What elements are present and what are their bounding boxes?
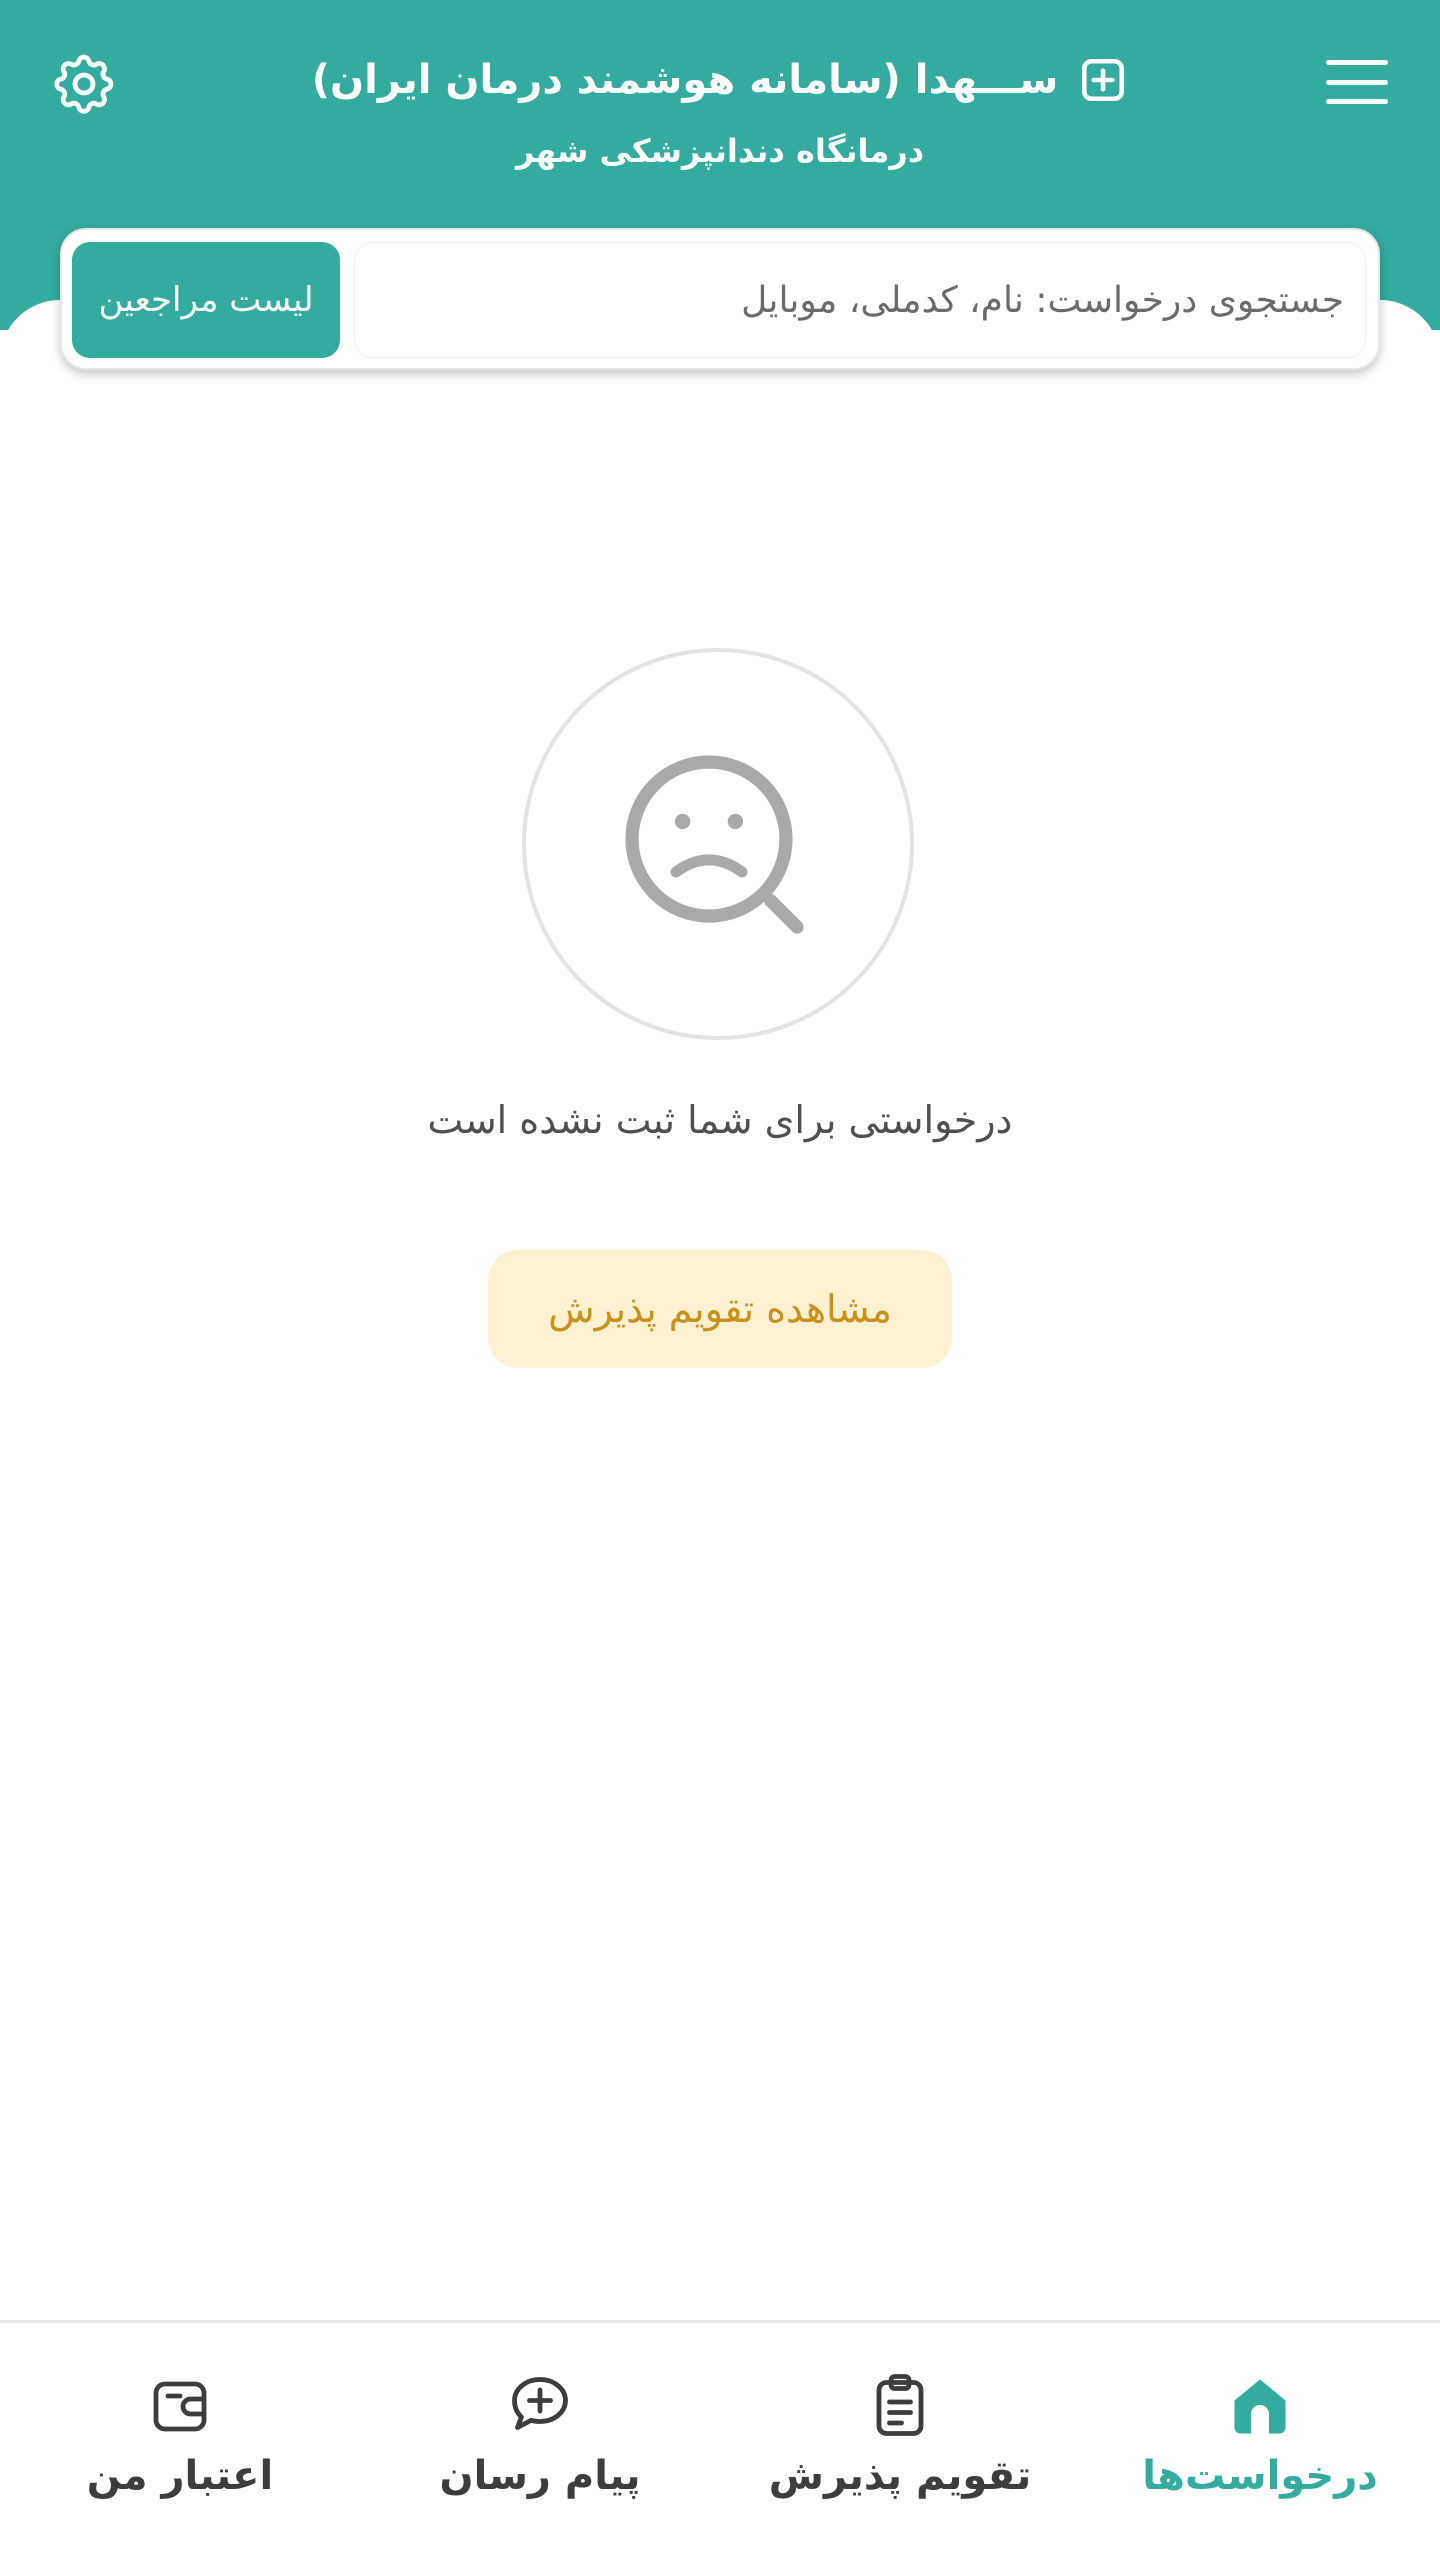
nav-wallet[interactable]: اعتبار من <box>30 2369 330 2519</box>
nav-messenger[interactable]: پیام رسان <box>390 2369 690 2519</box>
nav-calendar[interactable]: تقویم پذیرش <box>750 2369 1050 2519</box>
empty-state-message: درخواستی برای شما ثبت نشده است <box>427 1098 1013 1142</box>
app-title-row: ســـهدا (سامانه هوشمند درمان ایران) <box>0 45 1440 115</box>
nav-calendar-label: تقویم پذیرش <box>768 2453 1032 2499</box>
nav-requests-label: درخواست‌ها <box>1142 2453 1378 2499</box>
clipboard-icon <box>876 2374 924 2436</box>
clinic-name: درمانگاه دندانپزشکی شهر <box>515 132 925 170</box>
search-card: لیست مراجعین <box>60 228 1380 370</box>
home-icon <box>1234 2379 1286 2434</box>
bottom-navigation: درخواست‌ها تقویم پذیرش پیام رسان اعتبار … <box>0 2320 1440 2562</box>
app-title: ســـهدا (سامانه هوشمند درمان ایران) <box>311 57 1059 103</box>
view-calendar-button[interactable]: مشاهده تقویم پذیرش <box>488 1250 952 1368</box>
chat-plus-icon <box>512 2377 568 2430</box>
search-input[interactable] <box>354 242 1366 358</box>
nav-requests[interactable]: درخواست‌ها <box>1110 2369 1410 2519</box>
nav-messenger-label: پیام رسان <box>439 2453 641 2499</box>
wallet-icon <box>153 2381 207 2432</box>
nav-wallet-label: اعتبار من <box>86 2453 274 2499</box>
clients-list-button[interactable]: لیست مراجعین <box>72 242 340 358</box>
plus-box-icon <box>1082 58 1125 102</box>
sad-search-icon <box>625 755 804 934</box>
